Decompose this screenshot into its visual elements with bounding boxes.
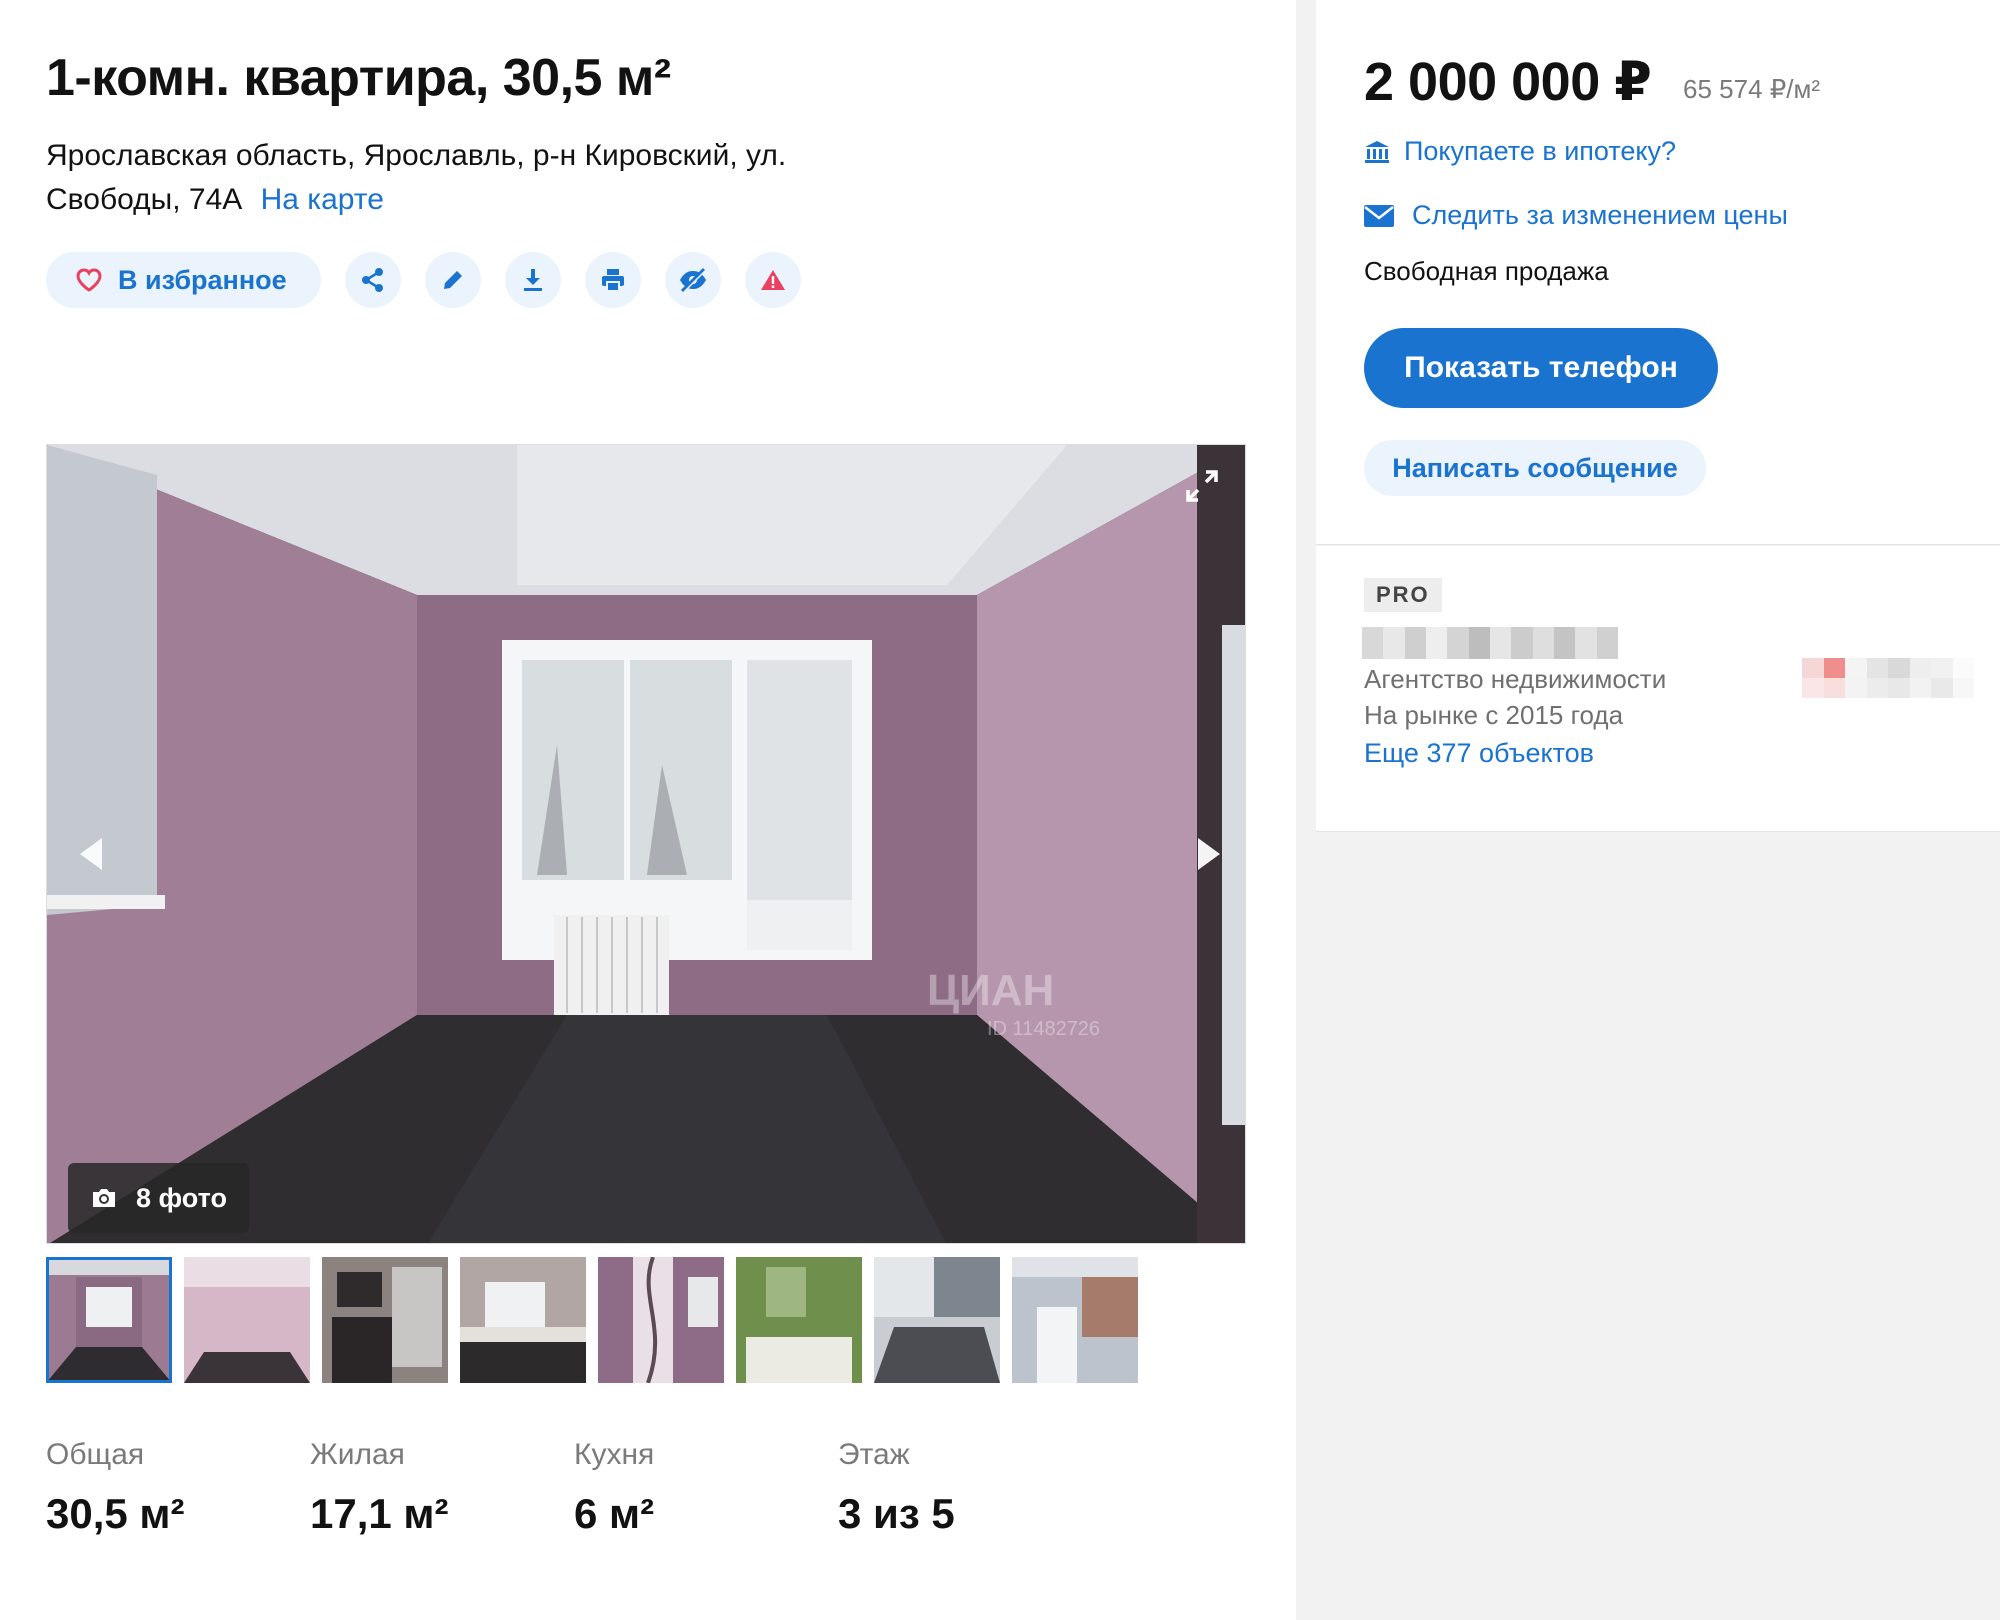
fact-total-area: Общая 30,5 м²	[46, 1438, 310, 1538]
fact-label: Общая	[46, 1438, 145, 1471]
fact-value: 3 из 5	[838, 1490, 955, 1537]
fact-value: 6 м²	[574, 1490, 655, 1537]
thumbnail-5[interactable]	[598, 1257, 724, 1383]
agency-since: На рынке с 2015 года	[1364, 700, 1624, 730]
fact-floor: Этаж 3 из 5	[838, 1438, 1102, 1538]
favorite-label: В избранное	[118, 264, 287, 295]
share-button[interactable]	[344, 252, 401, 308]
room-photo: ЦИАН ID 11482726	[47, 445, 1245, 1243]
thumbnail-7[interactable]	[874, 1257, 1000, 1383]
photo-count-label: 8 фото	[136, 1182, 227, 1213]
download-button[interactable]	[504, 252, 561, 308]
fact-label: Жилая	[310, 1438, 405, 1471]
thumbnail-2[interactable]	[184, 1257, 310, 1383]
photo-count-badge[interactable]: 8 фото	[68, 1163, 249, 1233]
camera-icon	[93, 1189, 115, 1207]
mortgage-link[interactable]: Покупаете в ипотеку?	[1364, 136, 1676, 167]
hide-icon	[679, 267, 707, 293]
column-divider	[1296, 0, 1316, 1620]
mortgage-link-label: Покупаете в ипотеку?	[1404, 136, 1677, 166]
thumbnail-6[interactable]	[736, 1257, 862, 1383]
print-icon	[601, 269, 624, 292]
download-icon	[523, 269, 542, 291]
price-per-meter: 65 574 ₽/м²	[1683, 74, 1821, 104]
facts-row: Общая 30,5 м² Жилая 17,1 м² Кухня 6 м² Э…	[46, 1438, 1102, 1538]
fact-value: 30,5 м²	[46, 1490, 185, 1537]
print-button[interactable]	[584, 252, 641, 308]
main-photo[interactable]: ЦИАН ID 11482726	[46, 444, 1246, 1244]
watch-price-label: Следить за изменением цены	[1412, 200, 1788, 230]
hide-button[interactable]	[664, 252, 721, 308]
bank-icon	[1365, 140, 1389, 163]
thumbnail-1[interactable]	[46, 1257, 172, 1383]
fact-value: 17,1 м²	[310, 1490, 449, 1537]
mail-icon	[1364, 204, 1394, 227]
fullscreen-icon[interactable]	[1182, 466, 1222, 506]
show-phone-button[interactable]: Показать телефон	[1364, 328, 1718, 408]
fact-kitchen-area: Кухня 6 м²	[574, 1438, 838, 1538]
edit-icon	[443, 271, 462, 289]
pro-badge: PRO	[1364, 578, 1442, 612]
complaint-button[interactable]	[744, 252, 801, 308]
sale-type: Свободная продажа	[1364, 256, 1609, 286]
watermark-id: ID 11482726	[987, 1018, 1100, 1040]
write-message-button[interactable]: Написать сообщение	[1364, 440, 1706, 496]
prev-photo-icon[interactable]	[72, 834, 112, 874]
thumbnail-strip	[46, 1257, 1138, 1383]
agency-logo-redacted	[1802, 658, 1974, 698]
map-link[interactable]: На карте	[261, 183, 384, 216]
listing-title: 1-комн. квартира, 30,5 м²	[46, 49, 671, 107]
agency-more-objects-link[interactable]: Еще 377 объектов	[1364, 738, 1594, 769]
fact-living-area: Жилая 17,1 м²	[310, 1438, 574, 1538]
thumbnail-8[interactable]	[1012, 1257, 1138, 1383]
agency-type: Агентство недвижимости	[1364, 664, 1667, 694]
edit-button[interactable]	[424, 252, 481, 308]
price: 2 000 000 ₽	[1364, 52, 1652, 112]
fact-label: Кухня	[574, 1438, 655, 1471]
watermark-brand: ЦИАН	[927, 966, 1054, 1015]
heart-icon	[76, 268, 102, 292]
address-text: Ярославская область, Ярославль, р-н Киро…	[46, 139, 787, 216]
next-photo-icon[interactable]	[1188, 834, 1228, 874]
share-icon	[361, 268, 383, 292]
warning-icon	[760, 270, 785, 290]
watch-price-link[interactable]: Следить за изменением цены	[1364, 200, 1788, 231]
fact-label: Этаж	[838, 1438, 910, 1471]
action-bar: В избранное	[46, 252, 801, 308]
agency-name-redacted	[1362, 627, 1618, 659]
favorite-button[interactable]: В избранное	[46, 252, 321, 308]
thumbnail-4[interactable]	[460, 1257, 586, 1383]
thumbnail-3[interactable]	[322, 1257, 448, 1383]
listing-address: Ярославская область, Ярославль, р-н Киро…	[46, 134, 846, 222]
